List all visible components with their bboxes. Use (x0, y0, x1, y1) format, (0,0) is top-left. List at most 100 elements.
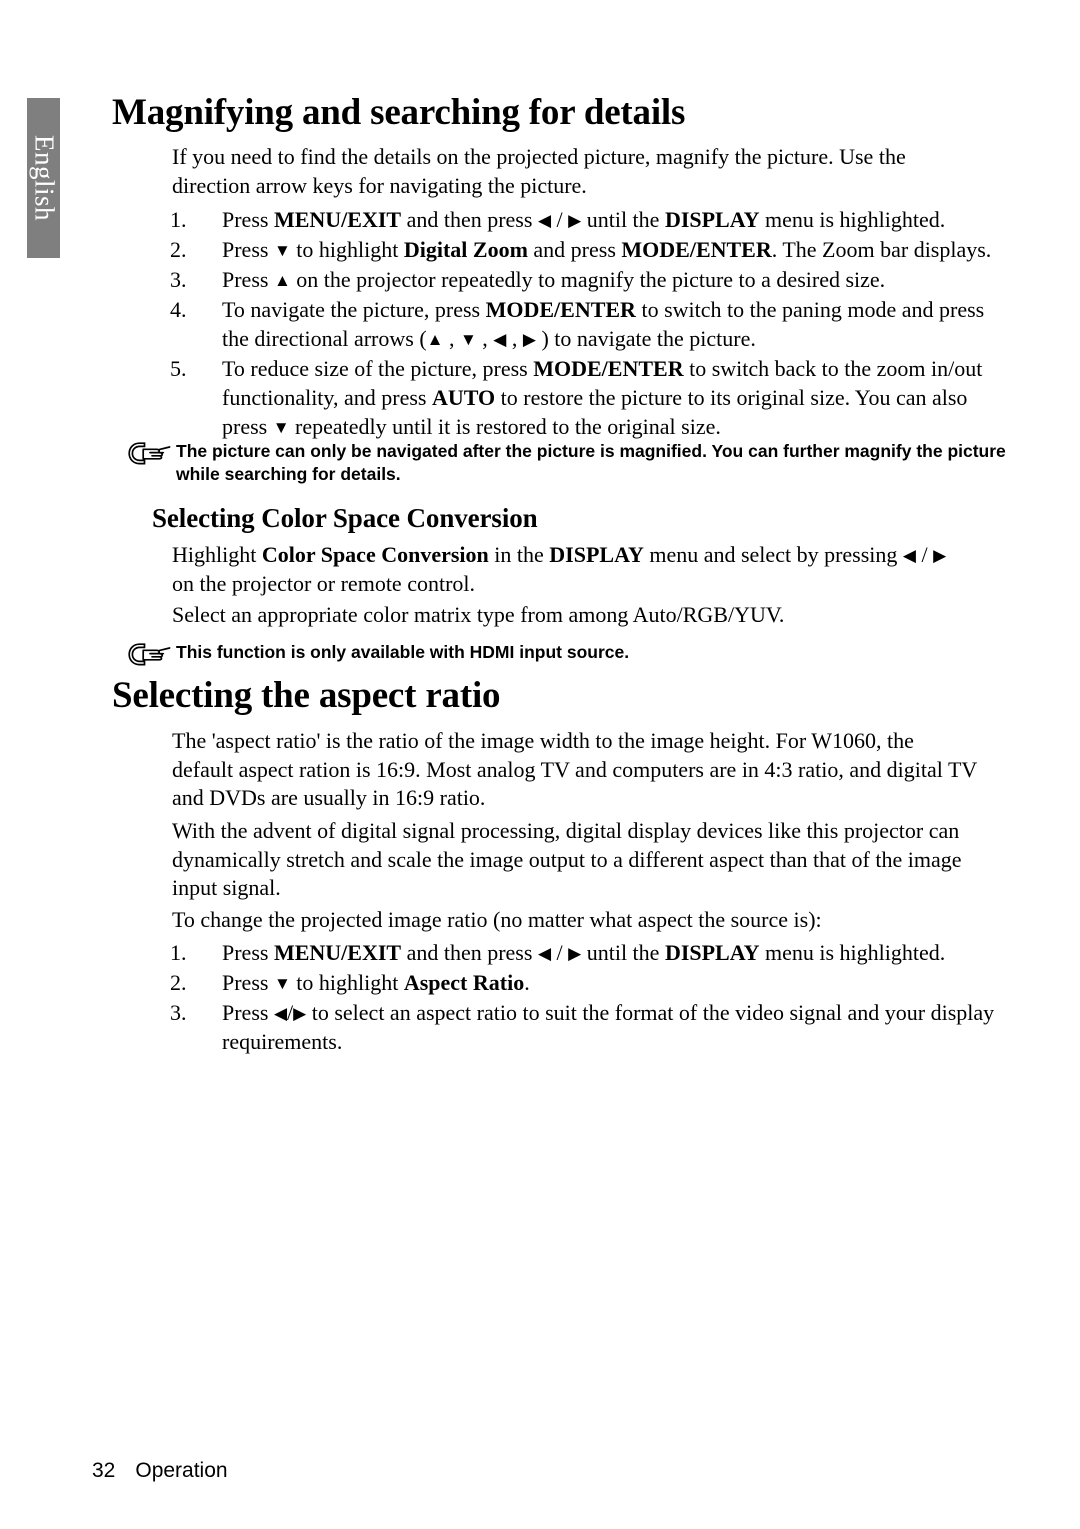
step-item: 3. Press ▲ on the projector repeatedly to… (170, 265, 1000, 294)
direction-arrow-icon: ▶ (522, 330, 536, 350)
text-run: , (443, 326, 460, 352)
text-run: To navigate the picture, press (222, 297, 486, 323)
text-run: Highlight (172, 542, 262, 567)
direction-arrow-icon: ▲ (273, 271, 291, 291)
key-label: Digital Zoom (403, 237, 528, 263)
text-run: until the (581, 207, 665, 232)
step-text: To navigate the picture, press MODE/ENTE… (222, 297, 984, 351)
text-run: / (551, 207, 569, 232)
key-label: DISPLAY (549, 542, 644, 567)
text-run: Press (222, 267, 274, 293)
direction-arrow-icon: ▶ (568, 211, 582, 230)
key-label: MENU/EXIT (273, 207, 402, 232)
step-text: Press ▼ to highlight Aspect Ratio. (222, 970, 530, 995)
aspect-ratio-paragraph-1: The 'aspect ratio' is the ratio of the i… (172, 728, 977, 811)
footer-section-name: Operation (135, 1459, 228, 1482)
text-run: and then press (401, 207, 538, 232)
step-text: To reduce size of the picture, press MOD… (222, 356, 982, 439)
key-label: Color Space Conversion (261, 542, 489, 567)
step-item: 1. Press MENU/EXIT and then press ◀ / ▶ u… (170, 205, 1000, 234)
text-run: to select an aspect ratio to suit the fo… (222, 1000, 995, 1055)
key-label: MODE/ENTER (621, 237, 772, 263)
direction-arrow-icon: ◀ (273, 1004, 288, 1024)
text-run: ) to navigate the picture. (535, 326, 756, 352)
direction-arrow-icon: ◀ (493, 330, 507, 350)
step-item: 1. Press MENU/EXIT and then press ◀ / ▶ u… (170, 938, 1000, 967)
step-number: 2. (170, 237, 187, 263)
step-item: 4. To navigate the picture, press MODE/EN… (170, 295, 1000, 353)
direction-arrow-icon: ▶ (293, 1004, 307, 1024)
text-run: until the (581, 940, 665, 965)
text-run: . (524, 970, 530, 996)
key-label: AUTO (431, 385, 496, 411)
text-run: menu is highlighted. (759, 940, 946, 965)
color-space-paragraph-1: Highlight Color Space Conversion in the … (172, 541, 972, 598)
heading-color-space-conversion: Selecting Color Space Conversion (152, 503, 538, 533)
pointing-hand-icon (126, 441, 172, 467)
text-run: repeatedly until it is restored to the o… (289, 414, 721, 440)
text-run: menu and select by pressing (643, 542, 903, 567)
language-tab: English (27, 98, 60, 258)
direction-arrow-icon: ▼ (272, 418, 290, 438)
text-run: / (551, 940, 569, 965)
note-callout-magnifying: The picture can only be navigated after … (120, 440, 1031, 487)
text-run: in the (488, 542, 550, 567)
step-number: 5. (170, 356, 187, 382)
key-label: MODE/ENTER (485, 297, 636, 323)
footer-page-number: 32 (92, 1459, 116, 1482)
text-run: To reduce size of the picture, press (222, 356, 534, 382)
text-run: , (506, 326, 523, 352)
direction-arrow-icon: ◀ (537, 944, 552, 963)
pointing-hand-icon (126, 642, 172, 668)
direction-arrow-icon: ▼ (273, 241, 291, 261)
key-label: DISPLAY (664, 207, 760, 232)
step-item: 2. Press ▼ to highlight Digital Zoom and … (170, 235, 1000, 264)
step-number: 2. (170, 970, 187, 996)
color-space-paragraph-2: Select an appropriate color matrix type … (172, 602, 785, 627)
direction-arrow-icon: ◀ (902, 546, 916, 565)
aspect-ratio-steps-list: 1. Press MENU/EXIT and then press ◀ / ▶ u… (170, 938, 1000, 1057)
key-label: MENU/EXIT (273, 940, 402, 965)
direction-arrow-icon: ▶ (568, 944, 582, 963)
direction-arrow-icon: ▼ (459, 330, 477, 350)
direction-arrow-icon: ▼ (273, 974, 291, 994)
text-run: / (915, 542, 934, 567)
page-title-magnifying: Magnifying and searching for details (112, 92, 686, 133)
text-run: Press (222, 207, 274, 232)
step-item: 3. Press ◀/▶ to select an aspect ratio to… (170, 998, 1000, 1056)
step-number: 1. (170, 207, 187, 232)
page-footer: 32 Operation (92, 1459, 228, 1483)
step-item: 2. Press ▼ to highlight Aspect Ratio. (170, 968, 1000, 997)
direction-arrow-icon: ▲ (426, 330, 444, 350)
text-run: on the projector or remote control. (172, 570, 476, 596)
magnifying-steps-list: 1. Press MENU/EXIT and then press ◀ / ▶ u… (170, 205, 1000, 442)
text-run: to highlight (290, 970, 404, 996)
text-run: Press (222, 237, 274, 263)
key-label: MODE/ENTER (533, 356, 684, 382)
step-number: 3. (170, 1000, 187, 1026)
key-label: DISPLAY (664, 940, 760, 965)
step-text: Press MENU/EXIT and then press ◀ / ▶ unt… (222, 940, 945, 965)
step-item: 5. To reduce size of the picture, press M… (170, 354, 1000, 441)
text-run: , (476, 326, 494, 352)
text-run: . The Zoom bar displays. (771, 237, 992, 263)
text-run: menu is highlighted. (759, 207, 946, 232)
text-run: Press (222, 970, 274, 996)
step-text: Press ◀/▶ to select an aspect ratio to s… (222, 1000, 994, 1054)
step-text: Press MENU/EXIT and then press ◀ / ▶ unt… (222, 207, 945, 232)
note-callout-hdmi: This function is only available with HDM… (120, 641, 1031, 666)
step-text: Press ▲ on the projector repeatedly to m… (222, 267, 885, 292)
note-text-magnifying: The picture can only be navigated after … (176, 441, 1006, 485)
step-number: 3. (170, 267, 187, 293)
page-title-aspect-ratio: Selecting the aspect ratio (112, 675, 501, 716)
step-number: 4. (170, 297, 187, 323)
note-text-hdmi: This function is only available with HDM… (176, 642, 630, 662)
aspect-ratio-paragraph-2: With the advent of digital signal proces… (172, 818, 962, 901)
text-run: to highlight (290, 237, 404, 263)
text-run: Press (222, 1000, 274, 1026)
text-run: and then press (401, 940, 538, 965)
text-run: Press (222, 940, 274, 965)
step-text: Press ▼ to highlight Digital Zoom and pr… (222, 237, 991, 262)
direction-arrow-icon: ◀ (537, 211, 552, 230)
document-page: English Magnifying and searching for det… (0, 0, 1080, 1529)
